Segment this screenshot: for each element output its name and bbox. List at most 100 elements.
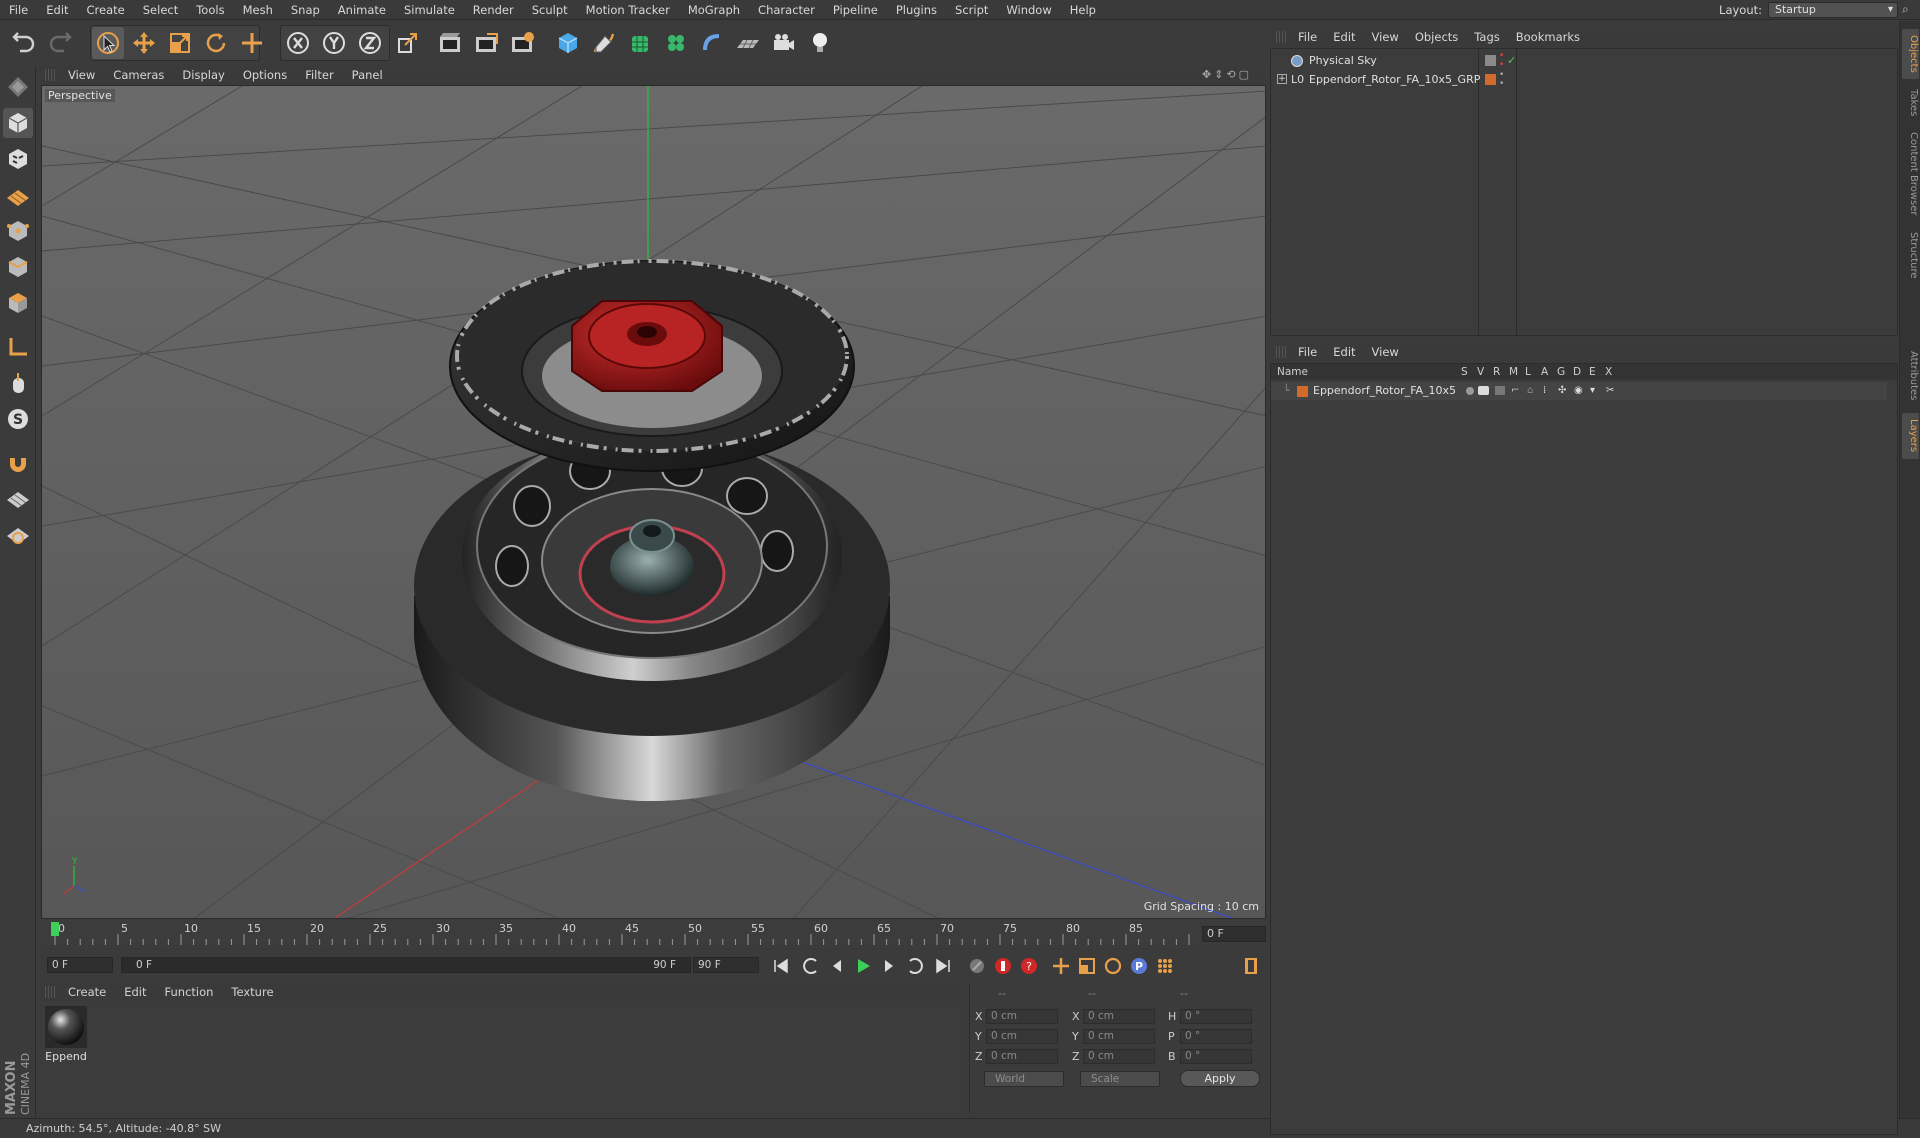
playhead-marker[interactable] bbox=[51, 922, 59, 936]
make-editable-icon[interactable] bbox=[3, 72, 33, 102]
key-rotation-icon[interactable] bbox=[1101, 954, 1125, 978]
object-menu-file[interactable]: File bbox=[1290, 30, 1325, 44]
layer-menu-file[interactable]: File bbox=[1290, 345, 1325, 359]
live-selection-icon[interactable] bbox=[92, 27, 124, 59]
undo-icon[interactable] bbox=[8, 27, 40, 59]
autokey-icon[interactable]: ? bbox=[1017, 954, 1041, 978]
layer-swatch-icon[interactable] bbox=[1485, 74, 1496, 85]
layer-menu-view[interactable]: View bbox=[1364, 345, 1407, 359]
start-frame-field[interactable]: 0 F bbox=[47, 957, 113, 973]
menu-select[interactable]: Select bbox=[134, 0, 187, 20]
panel-grip[interactable] bbox=[1276, 346, 1286, 358]
tab-layers[interactable]: Layers bbox=[1902, 413, 1919, 459]
key-scale-icon[interactable] bbox=[1075, 954, 1099, 978]
key-position-icon[interactable] bbox=[1049, 954, 1073, 978]
coordinate-mode-dropdown[interactable]: World bbox=[984, 1071, 1064, 1087]
view-toggle-icon[interactable] bbox=[1478, 386, 1489, 395]
render-toggle-icon[interactable] bbox=[1495, 386, 1505, 395]
material-menu-function[interactable]: Function bbox=[156, 985, 223, 999]
pen-spline-icon[interactable] bbox=[588, 27, 620, 59]
viewport-menu-view[interactable]: View bbox=[59, 68, 104, 82]
points-mode-icon[interactable] bbox=[3, 216, 33, 246]
rot-p-field[interactable]: 0 ° bbox=[1180, 1029, 1252, 1044]
viewport-menu-filter[interactable]: Filter bbox=[296, 68, 342, 82]
timeline-ruler[interactable]: 051015202530354045505560657075808590 0 F bbox=[41, 920, 1266, 948]
menu-sculpt[interactable]: Sculpt bbox=[523, 0, 577, 20]
next-frame-icon[interactable] bbox=[877, 954, 901, 978]
col-name[interactable]: Name bbox=[1277, 364, 1308, 380]
col-expressions[interactable]: E bbox=[1589, 364, 1596, 380]
tab-takes[interactable]: Takes bbox=[1902, 83, 1919, 123]
object-menu-objects[interactable]: Objects bbox=[1407, 30, 1466, 44]
menu-help[interactable]: Help bbox=[1061, 0, 1105, 20]
size-x-field[interactable]: 0 cm bbox=[1083, 1009, 1155, 1024]
tab-objects[interactable]: Objects bbox=[1902, 29, 1919, 79]
layer-swatch-icon[interactable] bbox=[1485, 55, 1496, 66]
render-view-icon[interactable] bbox=[434, 27, 466, 59]
preview-range-slider[interactable]: 0 F 90 F bbox=[121, 957, 691, 973]
size-z-field[interactable]: 0 cm bbox=[1083, 1049, 1155, 1064]
coordinate-system-icon[interactable] bbox=[392, 27, 424, 59]
viewport-menu-cameras[interactable]: Cameras bbox=[104, 68, 173, 82]
pos-y-field[interactable]: 0 cm bbox=[986, 1029, 1058, 1044]
go-to-start-icon[interactable] bbox=[769, 954, 793, 978]
go-to-end-icon[interactable] bbox=[931, 954, 955, 978]
menu-motion-tracker[interactable]: Motion Tracker bbox=[577, 0, 679, 20]
rot-h-field[interactable]: 0 ° bbox=[1180, 1009, 1252, 1024]
key-pla-icon[interactable] bbox=[1153, 954, 1177, 978]
col-generators[interactable]: G bbox=[1557, 364, 1565, 380]
redo-icon[interactable] bbox=[44, 27, 76, 59]
z-axis-lock-icon[interactable] bbox=[354, 27, 386, 59]
rot-b-field[interactable]: 0 ° bbox=[1180, 1049, 1252, 1064]
visibility-dots-icon[interactable]: • • bbox=[1499, 52, 1504, 70]
menu-window[interactable]: Window bbox=[997, 0, 1060, 20]
edges-mode-icon[interactable] bbox=[3, 252, 33, 282]
timeline-layout-icon[interactable] bbox=[1239, 954, 1263, 978]
apply-button[interactable]: Apply bbox=[1180, 1070, 1260, 1087]
viewport-menu-options[interactable]: Options bbox=[234, 68, 296, 82]
menu-simulate[interactable]: Simulate bbox=[395, 0, 464, 20]
model-mode-icon[interactable] bbox=[3, 108, 33, 138]
panel-grip[interactable] bbox=[45, 986, 55, 998]
record-active-icon[interactable] bbox=[991, 954, 1015, 978]
previous-frame-icon[interactable] bbox=[825, 954, 849, 978]
layout-dropdown[interactable]: Startup bbox=[1768, 2, 1898, 18]
menu-mograph[interactable]: MoGraph bbox=[679, 0, 749, 20]
tab-attributes[interactable]: Attributes bbox=[1902, 343, 1919, 409]
subdivision-surface-icon[interactable] bbox=[624, 27, 656, 59]
perspective-viewport[interactable]: Y Perspective Grid Spacing : 10 cm bbox=[41, 85, 1266, 919]
cube-object-icon[interactable] bbox=[552, 27, 584, 59]
expand-toggle-icon[interactable]: + bbox=[1277, 74, 1287, 84]
search-icon[interactable]: ⌕ bbox=[1902, 2, 1916, 16]
menu-snap[interactable]: Snap bbox=[282, 0, 329, 20]
col-render[interactable]: R bbox=[1493, 364, 1500, 380]
animation-toggle-icon[interactable]: ⁞ bbox=[1543, 382, 1546, 400]
material-menu-texture[interactable]: Texture bbox=[222, 985, 282, 999]
col-manager[interactable]: M bbox=[1509, 364, 1518, 380]
visibility-dots-icon[interactable]: • • bbox=[1499, 71, 1504, 89]
tweak-mode-icon[interactable] bbox=[3, 368, 33, 398]
solo-icon[interactable]: S bbox=[3, 404, 33, 434]
workplane-snap-icon[interactable] bbox=[3, 520, 33, 550]
object-row-physical-sky[interactable]: Physical Sky • • ✓ bbox=[1277, 52, 1893, 70]
texture-mode-icon[interactable] bbox=[3, 144, 33, 174]
deformers-toggle-icon[interactable]: ◉ bbox=[1574, 382, 1583, 400]
enabled-check-icon[interactable]: ✓ bbox=[1507, 52, 1516, 70]
camera-icon[interactable] bbox=[768, 27, 800, 59]
lock-toggle-icon[interactable]: ⌂ bbox=[1527, 382, 1533, 400]
deformer-icon[interactable] bbox=[696, 27, 728, 59]
panel-grip[interactable] bbox=[1276, 31, 1286, 43]
rotate-icon[interactable] bbox=[200, 27, 232, 59]
record-keys-icon[interactable] bbox=[965, 954, 989, 978]
object-menu-view[interactable]: View bbox=[1364, 30, 1407, 44]
light-icon[interactable] bbox=[804, 27, 836, 59]
col-xref[interactable]: X bbox=[1605, 364, 1612, 380]
expressions-toggle-icon[interactable]: ▾ bbox=[1590, 382, 1595, 400]
material-menu-edit[interactable]: Edit bbox=[115, 985, 155, 999]
object-menu-tags[interactable]: Tags bbox=[1466, 30, 1507, 44]
end-frame-field[interactable]: 90 F bbox=[693, 957, 759, 973]
render-region-icon[interactable] bbox=[470, 27, 502, 59]
menu-animate[interactable]: Animate bbox=[329, 0, 395, 20]
floor-scene-icon[interactable] bbox=[732, 27, 764, 59]
next-keyframe-icon[interactable] bbox=[903, 954, 927, 978]
